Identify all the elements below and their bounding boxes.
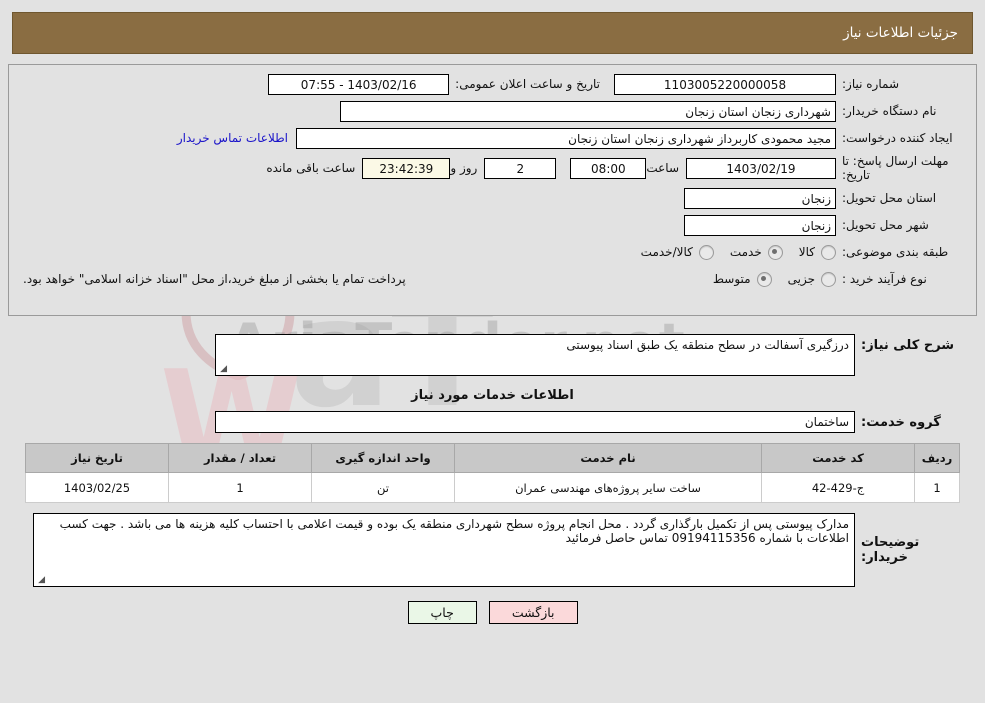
- resize-grip-icon[interactable]: ◢: [36, 576, 45, 585]
- buyer-org-label: نام دستگاه خریدار:: [842, 104, 937, 118]
- row-service-group: گروه خدمت: ساختمان: [18, 411, 967, 433]
- table-row[interactable]: 1 ج-429-42 ساخت سایر پروژه‌های مهندسی عم…: [25, 472, 960, 503]
- category-option-khedmat[interactable]: خدمت: [729, 244, 783, 260]
- city-field[interactable]: زنجان: [684, 214, 836, 236]
- col-name: نام خدمت: [454, 443, 762, 473]
- process-option-label: متوسط: [712, 272, 751, 286]
- province-label: استان محل تحویل:: [842, 191, 937, 205]
- hour-label: ساعت: [646, 161, 679, 175]
- need-info-panel: شماره نیاز: 1103005220000058 تاریخ و ساع…: [8, 64, 977, 316]
- radio-icon[interactable]: [756, 271, 772, 287]
- cell-quantity: 1: [168, 472, 312, 503]
- row-process-type: نوع فرآیند خرید : جزیی متوسط پرداخت تمام…: [19, 268, 966, 290]
- days-label: روز و: [450, 161, 478, 175]
- row-province: استان محل تحویل: زنجان: [19, 187, 966, 209]
- announce-label: تاریخ و ساعت اعلان عمومی:: [455, 77, 600, 91]
- radio-icon[interactable]: [767, 244, 783, 260]
- buyer-notes-text: مدارک پیوستی پس از تکمیل بارگذاری گردد .…: [59, 517, 849, 545]
- resize-grip-icon[interactable]: ◢: [218, 365, 227, 374]
- process-radio-group: جزیی متوسط: [697, 271, 836, 287]
- description-textarea[interactable]: درزگیری آسفالت در سطح منطقه یک طبق اسناد…: [215, 334, 855, 376]
- buyer-notes-label: توضیحات خریدار:: [861, 535, 920, 565]
- col-need-date: تاریخ نیاز: [25, 443, 169, 473]
- cell-unit: تن: [311, 472, 455, 503]
- service-group-label: گروه خدمت:: [861, 414, 941, 430]
- deadline-time-field[interactable]: 08:00: [570, 157, 647, 179]
- description-text: درزگیری آسفالت در سطح منطقه یک طبق اسناد…: [566, 338, 849, 352]
- category-option-kala[interactable]: کالا: [798, 244, 836, 260]
- back-button[interactable]: بازگشت: [488, 601, 578, 624]
- radio-icon[interactable]: [821, 244, 836, 260]
- creator-label: ایجاد کننده درخواست:: [842, 131, 953, 145]
- need-number-field[interactable]: 1103005220000058: [614, 73, 836, 95]
- col-code: کد خدمت: [761, 443, 915, 473]
- province-field[interactable]: زنجان: [684, 187, 836, 209]
- radio-icon[interactable]: [698, 244, 714, 260]
- page-title: جزئیات اطلاعات نیاز: [843, 25, 958, 41]
- row-deadline: مهلت ارسال پاسخ: تا تاریخ: 1403/02/19 سا…: [19, 154, 966, 182]
- cell-code: ج-429-42: [761, 472, 915, 503]
- cell-name: ساخت سایر پروژه‌های مهندسی عمران: [454, 472, 762, 503]
- col-quantity: تعداد / مقدار: [168, 443, 312, 473]
- announce-datetime-field[interactable]: 1403/02/16 - 07:55: [268, 73, 450, 95]
- category-option-label: کالا: [798, 245, 815, 259]
- remaining-label: ساعت باقی مانده: [266, 161, 356, 175]
- footer-actions: بازگشت چاپ: [18, 601, 967, 624]
- row-creator: ایجاد کننده درخواست: مجید محمودی کاربردا…: [19, 127, 966, 149]
- row-buyer-notes: توضیحات خریدار: مدارک پیوستی پس از تکمیل…: [18, 513, 967, 587]
- buyer-org-field[interactable]: شهرداری زنجان استان زنجان: [340, 100, 836, 122]
- buyer-contact-link[interactable]: اطلاعات تماس خریدار: [177, 131, 296, 145]
- deadline-date-field[interactable]: 1403/02/19: [686, 157, 836, 179]
- process-option-motavaset[interactable]: متوسط: [712, 271, 772, 287]
- category-option-label: کالا/خدمت: [640, 245, 693, 259]
- cell-index: 1: [914, 472, 960, 503]
- cell-need-date: 1403/02/25: [25, 472, 169, 503]
- services-section: شرح کلی نیاز: درزگیری آسفالت در سطح منطق…: [8, 324, 977, 630]
- deadline-label: مهلت ارسال پاسخ: تا تاریخ:: [842, 154, 949, 182]
- print-button[interactable]: چاپ: [407, 601, 477, 624]
- category-label: طبقه بندی موضوعی:: [842, 245, 949, 259]
- radio-icon[interactable]: [821, 271, 836, 287]
- countdown-field: 23:42:39: [362, 157, 451, 179]
- need-number-label: شماره نیاز:: [842, 77, 899, 91]
- process-label: نوع فرآیند خرید :: [842, 272, 927, 286]
- category-radio-group: کالا خدمت کالا/خدمت: [625, 244, 836, 260]
- process-option-jozei[interactable]: جزیی: [787, 271, 836, 287]
- row-city: شهر محل تحویل: زنجان: [19, 214, 966, 236]
- services-table: ردیف کد خدمت نام خدمت واحد اندازه گیری ت…: [25, 443, 960, 503]
- category-option-label: خدمت: [729, 245, 762, 259]
- payment-note: پرداخت تمام یا بخشی از مبلغ خرید،از محل …: [23, 272, 406, 286]
- creator-field[interactable]: مجید محمودی کاربرداز شهرداری زنجان استان…: [296, 127, 836, 149]
- remaining-days-field[interactable]: 2: [484, 157, 557, 179]
- page-root: جزئیات اطلاعات نیاز شماره نیاز: 11030052…: [0, 12, 985, 630]
- services-heading: اطلاعات خدمات مورد نیاز: [411, 388, 574, 403]
- row-buyer-org: نام دستگاه خریدار: شهرداری زنجان استان ز…: [19, 100, 966, 122]
- row-description: شرح کلی نیاز: درزگیری آسفالت در سطح منطق…: [18, 334, 967, 376]
- city-label: شهر محل تحویل:: [842, 218, 929, 232]
- col-index: ردیف: [914, 443, 960, 473]
- page-header: جزئیات اطلاعات نیاز: [12, 12, 973, 54]
- category-option-kala-khedmat[interactable]: کالا/خدمت: [640, 244, 714, 260]
- row-need-number: شماره نیاز: 1103005220000058 تاریخ و ساع…: [19, 73, 966, 95]
- description-label: شرح کلی نیاز:: [861, 338, 955, 353]
- row-category: طبقه بندی موضوعی: کالا خدمت کالا/خدمت: [19, 241, 966, 263]
- table-header-row: ردیف کد خدمت نام خدمت واحد اندازه گیری ت…: [25, 443, 960, 473]
- process-option-label: جزیی: [787, 272, 815, 286]
- col-unit: واحد اندازه گیری: [311, 443, 455, 473]
- buyer-notes-textarea[interactable]: مدارک پیوستی پس از تکمیل بارگذاری گردد .…: [33, 513, 855, 587]
- service-group-field[interactable]: ساختمان: [215, 411, 855, 433]
